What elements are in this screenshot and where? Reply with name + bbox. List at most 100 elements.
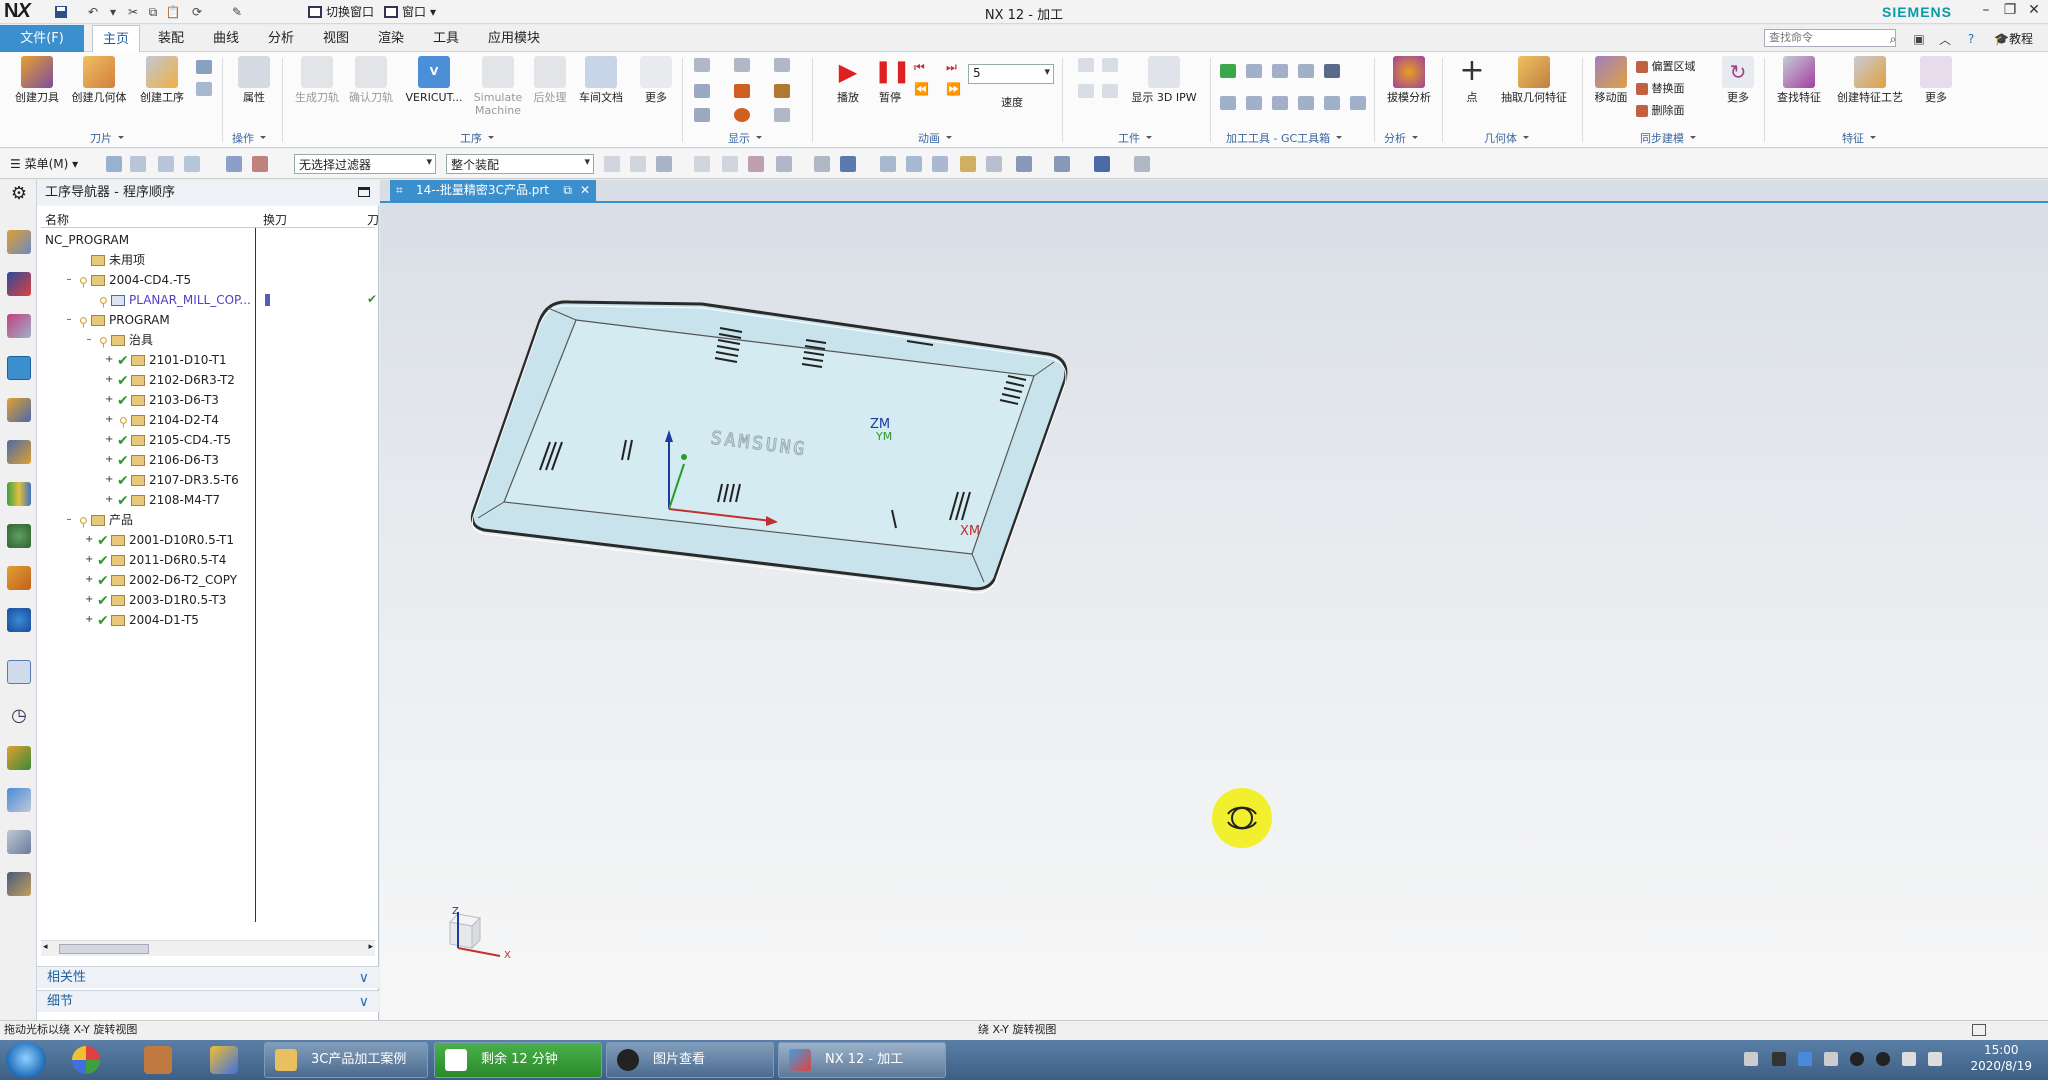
- move-face-button[interactable]: 移动面: [1590, 56, 1632, 104]
- gc-tool-icon[interactable]: [1324, 64, 1340, 78]
- maximize-icon[interactable]: [358, 187, 370, 197]
- display-option-icon[interactable]: [734, 58, 750, 72]
- ribbon-collapse-icon[interactable]: ︿: [1936, 30, 1954, 48]
- expand-toggle-icon[interactable]: –: [65, 515, 73, 525]
- machine-tool-navigator-icon[interactable]: [7, 398, 31, 422]
- more-button-sync[interactable]: ↻ 更多: [1720, 56, 1756, 104]
- fit-view-icon[interactable]: [880, 156, 896, 172]
- assembly-navigator-icon[interactable]: [7, 272, 31, 296]
- find-feature-button[interactable]: 查找特征: [1774, 56, 1824, 104]
- roles-icon[interactable]: [7, 746, 31, 770]
- column-name[interactable]: 名称: [45, 211, 69, 228]
- expand-toggle-icon[interactable]: –: [85, 335, 93, 345]
- navigator-row[interactable]: + ✔ 2108-M4-T7: [41, 490, 375, 510]
- tab-assembly[interactable]: 装配: [148, 25, 194, 52]
- expand-toggle-icon[interactable]: +: [105, 495, 113, 505]
- volume-icon[interactable]: [1902, 1052, 1916, 1066]
- zoom-icon[interactable]: [906, 156, 922, 172]
- history-icon[interactable]: [7, 608, 31, 632]
- play-button[interactable]: ▶ 播放: [828, 56, 868, 104]
- pan-icon[interactable]: [960, 156, 976, 172]
- create-tool-button[interactable]: 创建刀具: [10, 56, 64, 104]
- workpiece-icon[interactable]: [1102, 58, 1118, 72]
- tray-app-icon[interactable]: [1772, 1052, 1786, 1066]
- more-button-feature[interactable]: 更多: [1918, 56, 1954, 104]
- gc-tool-icon[interactable]: [1298, 96, 1314, 110]
- more-button-operations[interactable]: 更多: [638, 56, 674, 104]
- navigator-row[interactable]: – ⚲ 2004-CD4.-T5: [41, 270, 375, 290]
- expand-toggle-icon[interactable]: +: [105, 435, 113, 445]
- tab-application[interactable]: 应用模块: [478, 25, 550, 52]
- expand-toggle-icon[interactable]: +: [105, 375, 113, 385]
- expand-toggle-icon[interactable]: +: [105, 355, 113, 365]
- navigator-row[interactable]: + ⚲ 2104-D2-T4: [41, 410, 375, 430]
- expand-toggle-icon[interactable]: –: [65, 275, 73, 285]
- part-file-tab[interactable]: ⌗ 14--批量精密3C产品.prt ⧉ ✕: [390, 180, 596, 201]
- expand-toggle-icon[interactable]: +: [85, 555, 93, 565]
- tab-analysis[interactable]: 分析: [258, 25, 304, 52]
- orient-icon[interactable]: [986, 156, 1002, 172]
- step-back-icon[interactable]: ⏮: [914, 60, 930, 74]
- postprocess-button[interactable]: 后处理: [528, 56, 572, 104]
- chrome-icon[interactable]: [72, 1046, 100, 1074]
- file-menu-tab[interactable]: 文件(F): [0, 25, 84, 52]
- select-tool-icon[interactable]: [184, 156, 200, 172]
- tab-home[interactable]: 主页: [92, 25, 141, 52]
- details-panel[interactable]: 细节 ∨: [37, 990, 379, 1012]
- small-insert-icon-2[interactable]: [196, 82, 212, 96]
- navigator-row[interactable]: – ⚲ PROGRAM: [41, 310, 375, 330]
- expand-toggle-icon[interactable]: +: [85, 575, 93, 585]
- expand-toggle-icon[interactable]: +: [85, 615, 93, 625]
- wcs-icon[interactable]: [1134, 156, 1150, 172]
- snap-icon[interactable]: [630, 156, 646, 172]
- workpiece-icon[interactable]: [1078, 58, 1094, 72]
- display-circle-icon[interactable]: [734, 108, 750, 122]
- clock-icon[interactable]: ◷: [7, 704, 31, 728]
- selection-scope-select[interactable]: 整个装配: [446, 154, 594, 174]
- snap-icon[interactable]: [694, 156, 710, 172]
- delete-face-button[interactable]: 删除面: [1636, 102, 1685, 118]
- navigator-row[interactable]: + ✔ 2106-D6-T3: [41, 450, 375, 470]
- snap-icon[interactable]: [748, 156, 764, 172]
- navigator-row[interactable]: NC_PROGRAM: [41, 230, 375, 250]
- properties-button[interactable]: 属性: [234, 56, 274, 104]
- workpiece-icon[interactable]: [1102, 84, 1118, 98]
- create-operation-button[interactable]: 创建工序: [134, 56, 190, 104]
- help-icon[interactable]: ?: [1962, 30, 1980, 48]
- point-button[interactable]: + 点: [1456, 56, 1488, 105]
- display-tool-icon[interactable]: [774, 84, 790, 98]
- navigator-view-icon[interactable]: [252, 156, 268, 172]
- expand-toggle-icon[interactable]: +: [85, 535, 93, 545]
- restore-icon[interactable]: ❐: [1998, 2, 2022, 22]
- offset-region-button[interactable]: 偏置区域: [1636, 58, 1696, 74]
- simulate-machine-button[interactable]: Simulate Machine: [468, 56, 528, 117]
- navigator-row[interactable]: + ✔ 2003-D1R0.5-T3: [41, 590, 375, 610]
- taskbar-item-image-viewer[interactable]: 图片查看: [606, 1042, 774, 1078]
- taskbar-item-nx[interactable]: NX 12 - 加工: [778, 1042, 946, 1078]
- tab-tools[interactable]: 工具: [423, 25, 469, 52]
- expand-toggle-icon[interactable]: +: [105, 395, 113, 405]
- main-menu-button[interactable]: ☰ 菜单(M) ▾: [10, 155, 78, 172]
- expand-toggle-icon[interactable]: +: [85, 595, 93, 605]
- extract-geometry-button[interactable]: 抽取几何特征: [1494, 56, 1574, 104]
- display-option-icon[interactable]: [774, 58, 790, 72]
- box-select-icon[interactable]: [776, 156, 792, 172]
- select-tool-icon[interactable]: [130, 156, 146, 172]
- pause-button[interactable]: ❚❚ 暂停: [870, 56, 911, 104]
- machining-knowledge-icon[interactable]: [7, 830, 31, 854]
- next-frame-icon[interactable]: ⏩: [946, 82, 962, 96]
- gc-tool-icon[interactable]: [1220, 96, 1236, 110]
- tab-render[interactable]: 渲染: [368, 25, 414, 52]
- minimize-icon[interactable]: –: [1974, 2, 1998, 22]
- gc-tool-icon[interactable]: [1298, 64, 1314, 78]
- part-navigator-icon[interactable]: [7, 230, 31, 254]
- display-option-icon[interactable]: [694, 84, 710, 98]
- navigator-row[interactable]: + ✔ 2102-D6R3-T2: [41, 370, 375, 390]
- rotate-view-icon[interactable]: [932, 156, 948, 172]
- verify-toolpath-button[interactable]: 确认刀轨: [346, 56, 396, 104]
- navigator-row[interactable]: ⚲ PLANAR_MILL_COP...: [41, 290, 375, 310]
- select-tool-icon[interactable]: [106, 156, 122, 172]
- layer-icon[interactable]: [1094, 156, 1110, 172]
- display-option-icon[interactable]: [694, 58, 710, 72]
- start-button[interactable]: [6, 1042, 46, 1078]
